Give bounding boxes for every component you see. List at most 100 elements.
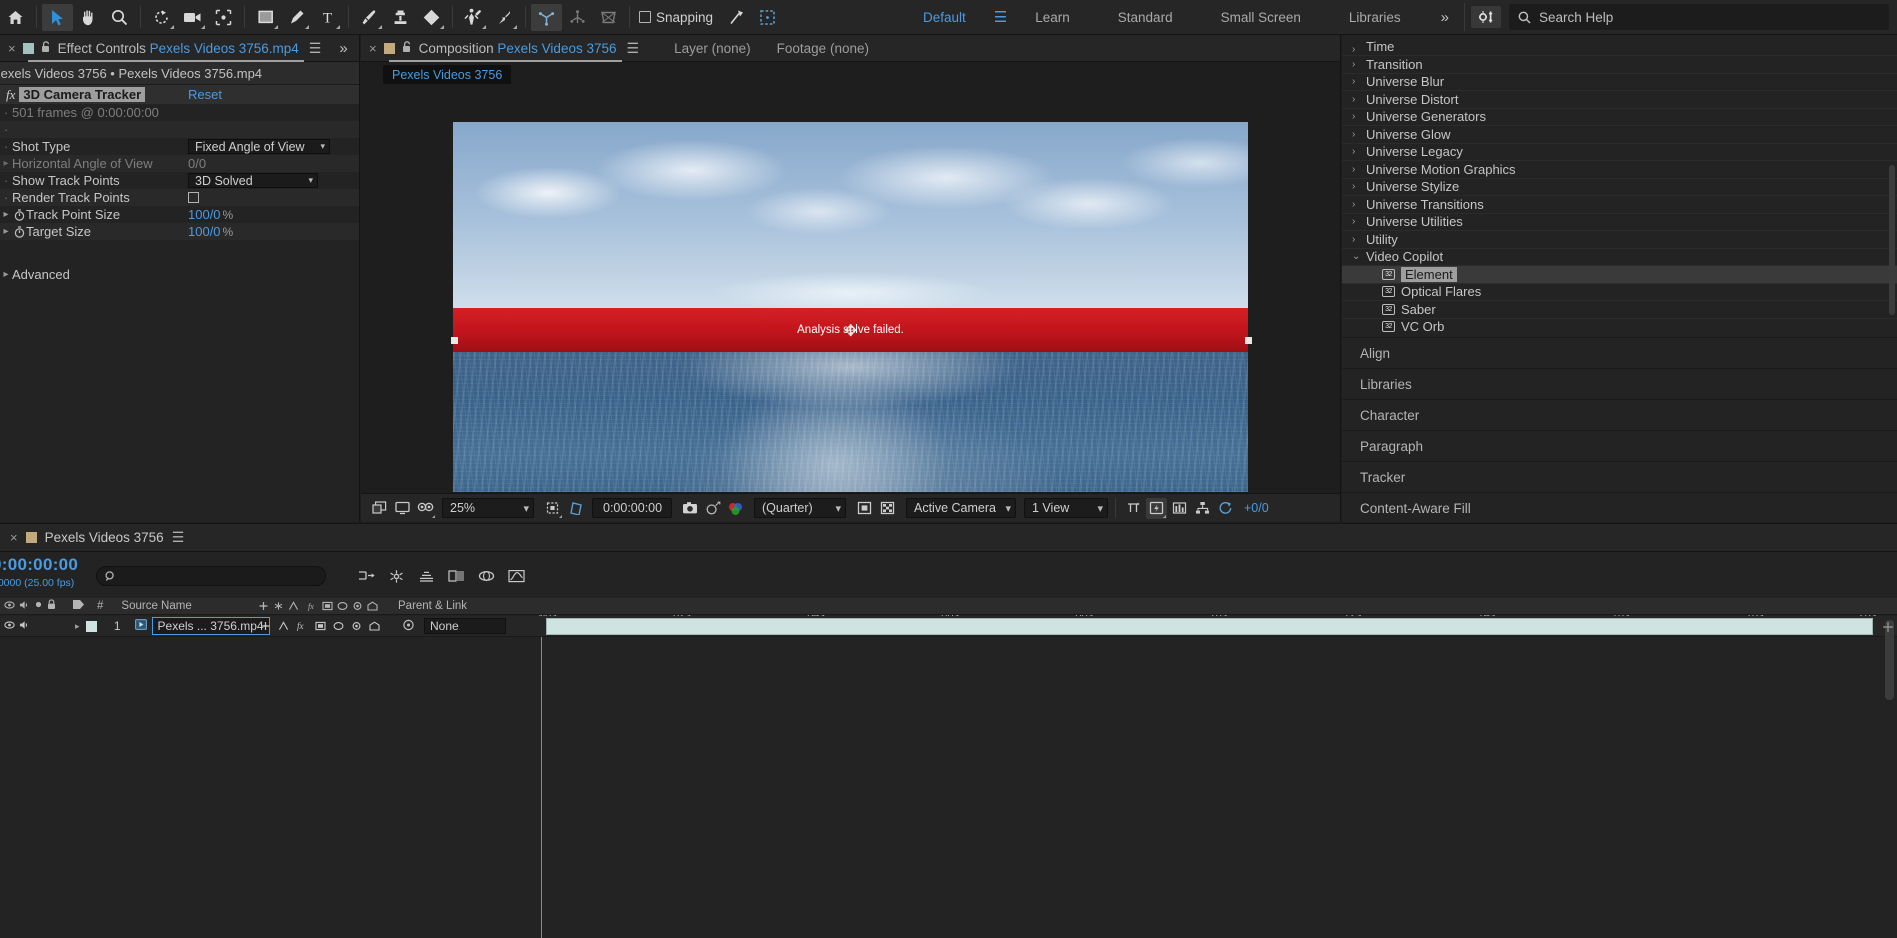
- snapping-toggle[interactable]: Snapping: [639, 10, 713, 25]
- effects-item-element[interactable]: 32 Element: [1342, 266, 1897, 284]
- parent-link-picker-icon[interactable]: [402, 619, 415, 634]
- tab-composition[interactable]: × Composition Pexels Videos 3756 ☰: [361, 35, 648, 62]
- brush-tool[interactable]: [354, 4, 385, 31]
- lock-icon-comp[interactable]: [402, 40, 412, 56]
- switch-solo-icon[interactable]: [34, 600, 43, 612]
- workspace-small-screen[interactable]: Small Screen: [1197, 10, 1325, 25]
- workspace-overflow-icon[interactable]: »: [1425, 9, 1458, 26]
- timeline-zoom-out-icon[interactable]: [1881, 620, 1895, 634]
- puppet-pin-tool[interactable]: [489, 4, 520, 31]
- effects-category-universe-glow[interactable]: › Universe Glow: [1342, 126, 1897, 144]
- zoom-tool[interactable]: [104, 4, 135, 31]
- snapshot-camera-icon[interactable]: [679, 498, 700, 519]
- composition-breadcrumb-chip[interactable]: Pexels Videos 3756: [383, 65, 512, 86]
- timeline-search-input[interactable]: [96, 566, 326, 586]
- rotation-tool[interactable]: [146, 4, 177, 31]
- shape-tool[interactable]: [250, 4, 281, 31]
- stopwatch-icon-track-point-size[interactable]: [12, 208, 26, 221]
- monitor-preview-icon[interactable]: [392, 498, 413, 519]
- eraser-tool[interactable]: [416, 4, 447, 31]
- panel-libraries[interactable]: Libraries: [1342, 368, 1897, 399]
- effects-item-saber[interactable]: 32 Saber: [1342, 301, 1897, 319]
- column-header-index[interactable]: #: [97, 600, 103, 612]
- workspace-default[interactable]: Default: [899, 10, 990, 25]
- view-axis-mode[interactable]: [593, 4, 624, 31]
- fx-row-show-track-points[interactable]: · Show Track Points 3D Solved ▾: [0, 172, 359, 189]
- reset-exposure-icon[interactable]: [1215, 498, 1236, 519]
- effects-category-video-copilot[interactable]: ⌄ Video Copilot: [1342, 249, 1897, 266]
- hide-shy-layers-icon[interactable]: [416, 566, 436, 586]
- effects-category-utility[interactable]: › Utility: [1342, 231, 1897, 249]
- world-axis-mode[interactable]: [562, 4, 593, 31]
- fx-row-horizontal-angle[interactable]: ▸ Horizontal Angle of View 0/0: [0, 155, 359, 172]
- layer-source-name[interactable]: Pexels ... 3756.mp4: [151, 617, 270, 635]
- twirl-icon-track-point-size[interactable]: ▸: [0, 209, 12, 220]
- lock-icon[interactable]: [41, 40, 51, 56]
- search-help-input[interactable]: Search Help: [1509, 4, 1889, 30]
- effects-category-time[interactable]: › Time: [1342, 39, 1897, 56]
- effects-category-universe-generators[interactable]: › Universe Generators: [1342, 109, 1897, 126]
- resolution-dropdown[interactable]: (Quarter) ▾: [754, 498, 846, 518]
- fx-row-analyze[interactable]: · 501 frames @ 0:00:00:00 Analyze: [0, 104, 359, 121]
- workspace-learn[interactable]: Learn: [1011, 10, 1094, 25]
- draft-3d-icon[interactable]: [386, 566, 406, 586]
- twirl-icon-target-size[interactable]: ▸: [0, 226, 12, 237]
- transparency-grid-icon[interactable]: [565, 498, 586, 519]
- show-snapshot-icon[interactable]: [702, 498, 723, 519]
- stopwatch-icon-target-size[interactable]: [12, 225, 26, 238]
- current-time-display[interactable]: 0:00:00:00: [592, 498, 672, 518]
- stereo-3d-icon[interactable]: [415, 498, 436, 519]
- timeline-current-time[interactable]: 0:00:00:00: [0, 555, 96, 575]
- fx-row-render-track-points[interactable]: · Render Track Points: [0, 189, 359, 206]
- pen-tool[interactable]: [281, 4, 312, 31]
- frame-blending-icon[interactable]: [446, 566, 466, 586]
- effects-category-universe-utilities[interactable]: › Universe Utilities: [1342, 214, 1897, 231]
- graph-editor-icon[interactable]: [506, 566, 526, 586]
- effects-category-universe-distort[interactable]: › Universe Distort: [1342, 91, 1897, 109]
- home-icon[interactable]: [0, 4, 31, 31]
- checkerboard-icon[interactable]: [877, 498, 898, 519]
- workspace-libraries[interactable]: Libraries: [1325, 10, 1425, 25]
- switch-video-icon[interactable]: [4, 600, 15, 613]
- snap-arrow-icon[interactable]: [721, 4, 752, 31]
- fx-row-track-point-size[interactable]: ▸ Track Point Size 100/0 %: [0, 206, 359, 223]
- gear-icon[interactable]: [1471, 6, 1501, 28]
- layer-twirl-icon[interactable]: ▸: [75, 621, 80, 632]
- tab-footage[interactable]: Footage (none): [777, 41, 895, 56]
- column-header-source-name[interactable]: Source Name: [121, 600, 191, 612]
- selection-handle-left[interactable]: [451, 337, 458, 344]
- snapping-checkbox[interactable]: [639, 11, 651, 23]
- layer-label-color[interactable]: [85, 620, 97, 632]
- layer-video-toggle[interactable]: [4, 619, 15, 633]
- composition-mini-flowchart-icon[interactable]: [356, 566, 376, 586]
- hand-tool[interactable]: [73, 4, 104, 31]
- shot-type-dropdown[interactable]: Fixed Angle of View ▾: [188, 139, 330, 154]
- effects-category-universe-motion-graphics[interactable]: › Universe Motion Graphics: [1342, 161, 1897, 179]
- effect-header-3d-camera-tracker[interactable]: fx 3D Camera Tracker Reset: [0, 85, 359, 104]
- render-track-points-checkbox[interactable]: [188, 192, 199, 203]
- fx-row-shot-type[interactable]: · Shot Type Fixed Angle of View ▾: [0, 138, 359, 155]
- layer-duration-bar[interactable]: [546, 618, 1873, 635]
- collapse-panel-icon[interactable]: »: [330, 40, 355, 57]
- timeline-menu-icon[interactable]: ☰: [172, 529, 185, 546]
- magnification-dropdown[interactable]: 25% ▾: [442, 498, 534, 518]
- camera-tool[interactable]: [177, 4, 208, 31]
- composition-viewport[interactable]: Analysis solve failed. ✥: [361, 84, 1340, 492]
- camera-view-dropdown[interactable]: Active Camera ▾: [906, 498, 1016, 518]
- region-of-interest-icon[interactable]: [542, 498, 563, 519]
- composition-menu-icon[interactable]: ☰: [627, 40, 640, 57]
- effects-item-optical-flares[interactable]: 32 Optical Flares: [1342, 284, 1897, 301]
- column-header-parent-link[interactable]: Parent & Link: [398, 600, 467, 612]
- exposure-offset-value[interactable]: +0/0: [1244, 501, 1269, 515]
- twirl-icon-advanced[interactable]: ▸: [0, 269, 12, 280]
- panel-paragraph[interactable]: Paragraph: [1342, 430, 1897, 461]
- fast-previews-icon[interactable]: [1146, 497, 1167, 519]
- view-layout-dropdown[interactable]: 1 View ▾: [1024, 498, 1108, 518]
- pan-behind-tool[interactable]: [208, 4, 239, 31]
- fx-row-target-size[interactable]: ▸ Target Size 100/0 %: [0, 223, 359, 240]
- parent-link-dropdown[interactable]: None: [424, 618, 506, 634]
- effects-and-presets-list[interactable]: › Time › Transition › Universe Blur › Un…: [1342, 35, 1897, 333]
- channels-rgb-icon[interactable]: [725, 498, 746, 519]
- clone-stamp-tool[interactable]: [385, 4, 416, 31]
- effects-list-scrollbar[interactable]: [1889, 165, 1895, 315]
